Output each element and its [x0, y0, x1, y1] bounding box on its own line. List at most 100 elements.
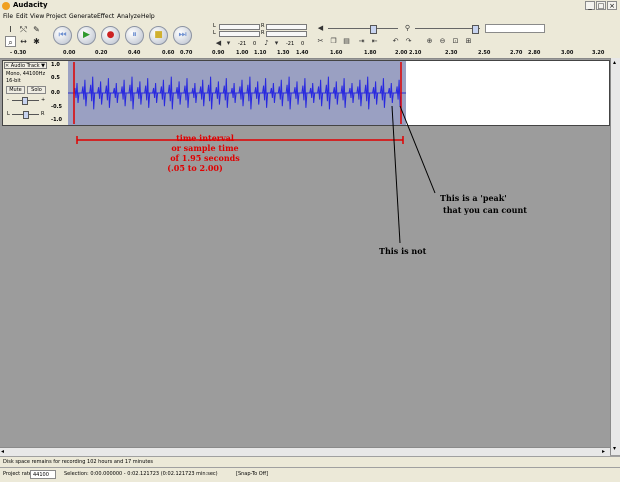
- record-button[interactable]: ●: [101, 26, 120, 45]
- amp-tick: 1.0: [51, 62, 60, 68]
- maximize-button[interactable]: □: [596, 1, 606, 10]
- record-volume-thumb[interactable]: [472, 25, 479, 34]
- ruler-tick-label: 1.30: [277, 50, 290, 56]
- mute-button[interactable]: Mute: [6, 86, 25, 94]
- ruler-tick-label: 0.70: [180, 50, 193, 56]
- snap-status[interactable]: [Snap-To Off]: [236, 471, 268, 477]
- ruler-tick-label: 3.20: [592, 50, 605, 56]
- silence-icon[interactable]: ⇤: [370, 37, 379, 46]
- record-icon: ●: [106, 30, 115, 40]
- menu-help[interactable]: Help: [141, 13, 155, 20]
- envelope-tool-icon[interactable]: ⤲: [18, 24, 29, 35]
- meter-db-4: 0: [301, 41, 305, 47]
- ruler-tick-label: 1.80: [364, 50, 377, 56]
- scroll-left-icon[interactable]: ◂: [1, 448, 4, 455]
- stop-icon: ■: [154, 30, 163, 40]
- vertical-scrollbar[interactable]: ▴ ▾: [610, 58, 620, 455]
- ruler-tick-label: 0.90: [212, 50, 225, 56]
- redo-icon[interactable]: ↷: [404, 37, 413, 46]
- pause-icon: ⏸: [132, 30, 137, 40]
- ruler-tick-label: 1.10: [254, 50, 267, 56]
- scroll-up-icon[interactable]: ▴: [613, 59, 616, 66]
- timeshift-tool-icon[interactable]: ↔: [18, 36, 29, 47]
- meter-dropdown-icon[interactable]: ▾: [224, 39, 233, 48]
- horizontal-scrollbar[interactable]: ◂ ▸: [0, 447, 610, 456]
- meter-dropdown-2-icon[interactable]: ▾: [272, 39, 281, 48]
- project-rate-select[interactable]: 44100: [30, 470, 56, 479]
- ruler-tick-label: 2.30: [445, 50, 458, 56]
- menu-effect[interactable]: Effect: [97, 13, 114, 20]
- play-button[interactable]: ▶: [77, 26, 96, 45]
- pan-left-label: L: [7, 111, 10, 117]
- playback-volume-thumb[interactable]: [370, 25, 377, 34]
- selection-tool-icon[interactable]: I: [5, 24, 16, 35]
- ruler-tick-label: 2.10: [409, 50, 422, 56]
- ruler-tick-label: 0.20: [95, 50, 108, 56]
- volume-speaker-icon: ◀: [317, 24, 324, 32]
- amp-tick: 0.0: [51, 90, 60, 96]
- scroll-down-icon[interactable]: ▾: [613, 445, 616, 452]
- track-name-dropdown[interactable]: ✕ Audio Track ▼: [4, 62, 47, 69]
- record-meter-right: [266, 31, 307, 37]
- trim-icon[interactable]: ⇥: [357, 37, 366, 46]
- menu-bar: File Edit View Project Generate Effect A…: [0, 12, 620, 22]
- fit-selection-icon[interactable]: ⊡: [451, 37, 460, 46]
- minimize-button[interactable]: _: [585, 1, 595, 10]
- undo-icon[interactable]: ↶: [391, 37, 400, 46]
- track-menu-arrow-icon: ▼: [41, 63, 45, 69]
- ruler-tick-label: 2.70: [510, 50, 523, 56]
- skip-to-start-button[interactable]: ⏮: [53, 26, 72, 45]
- waveform: [68, 76, 406, 110]
- menu-project[interactable]: Project: [46, 13, 67, 20]
- interval-annotation-2: or sample time: [171, 143, 239, 153]
- pan-right-label: R: [41, 111, 45, 117]
- zoom-tool-icon[interactable]: ⌕: [5, 36, 16, 47]
- menu-analyze[interactable]: Analyze: [117, 13, 141, 20]
- meter-db-3: -21: [286, 41, 295, 47]
- waveform-area[interactable]: [68, 61, 609, 125]
- timeline-ruler[interactable]: - 0.30 0.00 0.20 0.40 0.60 0.70 0.90 1.00 1.10 1.…: [0, 49, 620, 59]
- multi-tool-icon[interactable]: ✱: [31, 36, 42, 47]
- menu-file[interactable]: File: [3, 13, 13, 20]
- not-pointer-line: [391, 105, 401, 244]
- disk-space-text: Disk space remains for recording 102 hou…: [3, 459, 154, 465]
- menu-generate[interactable]: Generate: [69, 13, 97, 20]
- solo-button[interactable]: Solo: [27, 86, 46, 94]
- record-volume-slider[interactable]: [415, 28, 480, 29]
- track-close-icon[interactable]: ✕: [5, 63, 9, 69]
- track-info-bitdepth: 16-bit: [6, 78, 21, 84]
- input-source-select[interactable]: [485, 24, 545, 33]
- interval-annotation-4: (.05 to 2.00): [167, 163, 223, 173]
- meter-right-label: R: [261, 23, 265, 29]
- zoom-out-icon[interactable]: ⊖: [438, 37, 447, 46]
- ruler-tick-label: 1.60: [330, 50, 343, 56]
- amplitude-scale: 1.0 0.5 0.0 -0.5 -1.0: [49, 61, 69, 125]
- menu-edit[interactable]: Edit: [16, 13, 28, 20]
- speaker-meter-icon[interactable]: ◀: [214, 39, 223, 48]
- ruler-tick-label: 1.40: [296, 50, 309, 56]
- playback-meter-left: [219, 24, 260, 30]
- stop-button[interactable]: ■: [149, 26, 168, 45]
- ruler-tick-label: 2.00: [395, 50, 408, 56]
- ruler-tick-label: 2.50: [478, 50, 491, 56]
- playback-volume-slider[interactable]: [328, 28, 398, 29]
- audacity-logo-icon: [2, 2, 10, 10]
- skip-to-end-button[interactable]: ⏭: [173, 26, 192, 45]
- close-button[interactable]: ×: [607, 1, 617, 10]
- microphone-meter-icon[interactable]: ♪: [262, 39, 271, 48]
- cut-icon[interactable]: ✂: [316, 37, 325, 46]
- zoom-in-icon[interactable]: ⊕: [425, 37, 434, 46]
- skip-start-icon: ⏮: [58, 30, 67, 40]
- pause-button[interactable]: ⏸: [125, 26, 144, 45]
- draw-tool-icon[interactable]: ✎: [31, 24, 42, 35]
- scroll-right-icon[interactable]: ▸: [602, 448, 605, 455]
- fit-project-icon[interactable]: ⊞: [464, 37, 473, 46]
- interval-annotation-3: of 1.95 seconds: [170, 153, 240, 163]
- not-annotation: This is not: [379, 246, 427, 256]
- copy-icon[interactable]: ❐: [329, 37, 338, 46]
- gain-slider-thumb[interactable]: [22, 97, 28, 105]
- pan-slider-thumb[interactable]: [23, 111, 29, 119]
- paste-icon[interactable]: ▤: [342, 37, 351, 46]
- peak-annotation-2: that you can count: [443, 205, 527, 215]
- menu-view[interactable]: View: [30, 13, 44, 20]
